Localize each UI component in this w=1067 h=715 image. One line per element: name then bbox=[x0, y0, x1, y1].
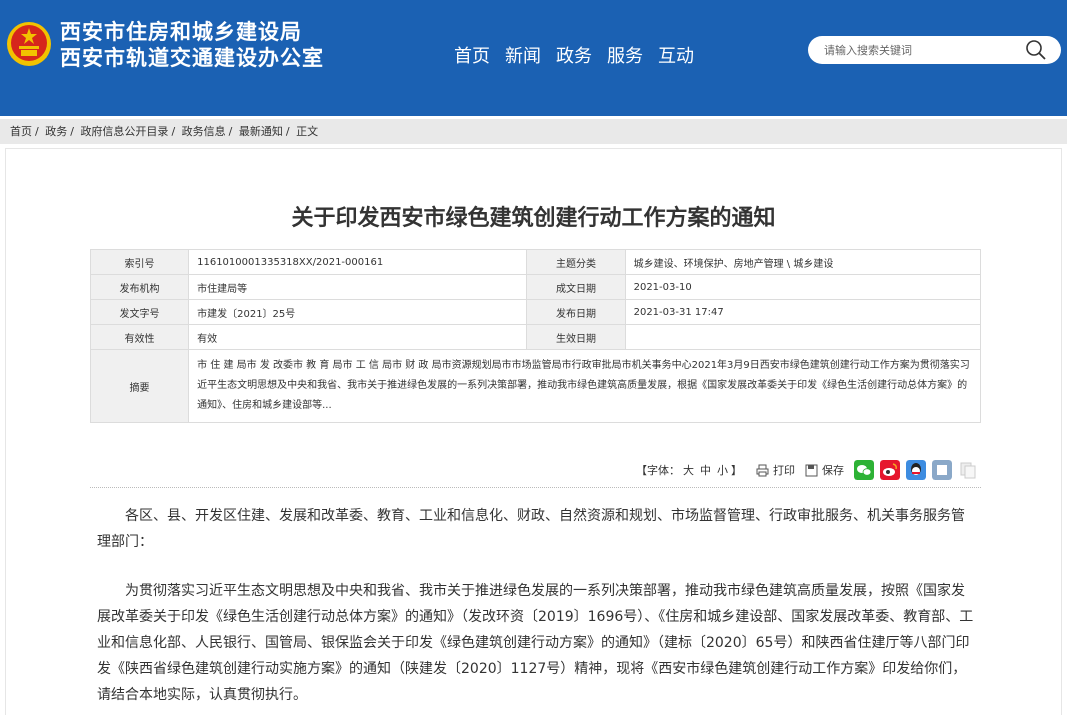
font-size-small[interactable]: 小 bbox=[717, 462, 728, 478]
validity-value: 有效 bbox=[188, 324, 528, 350]
breadcrumb-separator: / bbox=[228, 125, 233, 138]
nav-item-home[interactable]: 首页 bbox=[454, 42, 490, 68]
save-icon bbox=[805, 464, 818, 476]
breadcrumb-home[interactable]: 首页 bbox=[10, 125, 32, 138]
print-label: 打印 bbox=[773, 464, 795, 477]
table-row: 有效性 有效 生效日期 bbox=[89, 324, 982, 350]
save-button[interactable]: 保存 bbox=[805, 462, 844, 478]
page-title: 关于印发西安市绿色建筑创建行动工作方案的通知 bbox=[291, 206, 776, 231]
table-row: 发文字号 市建发〔2021〕25号 发布日期 2021-03-31 17:47 bbox=[89, 299, 982, 325]
font-size-label-close: 】 bbox=[731, 464, 742, 477]
site-title[interactable]: 西安市住房和城乡建设局 西安市轨道交通建设办公室 bbox=[60, 19, 324, 71]
breadcrumb-current: 正文 bbox=[296, 125, 319, 138]
breadcrumb-separator: / bbox=[35, 125, 39, 138]
validity-label: 有效性 bbox=[89, 324, 190, 350]
wechat-icon[interactable] bbox=[854, 460, 874, 480]
body-paragraph: 各区、县、开发区住建、发展和改革委、教育、工业和信息化、财政、自然资源和规划、市… bbox=[97, 508, 965, 550]
breadcrumb-separator: / bbox=[70, 125, 74, 138]
issuer-value: 市住建局等 bbox=[188, 274, 528, 300]
qq-icon[interactable] bbox=[906, 460, 926, 480]
abstract-label: 摘要 bbox=[89, 349, 190, 423]
body-paragraph: 为贯彻落实习近平生态文明思想及中央和我省、我市关于推进绿色发展的一系列决策部署，… bbox=[97, 583, 974, 703]
breadcrumb-disclosure-catalog[interactable]: 政府信息公开目录 bbox=[80, 125, 168, 138]
effective-date-label: 生效日期 bbox=[526, 324, 626, 350]
topic-label: 主题分类 bbox=[526, 249, 626, 275]
main-nav: 首页 新闻 政务 服务 互动 bbox=[454, 42, 694, 68]
created-date-value: 2021-03-10 bbox=[624, 274, 982, 300]
nav-item-services[interactable]: 服务 bbox=[607, 42, 643, 68]
weibo-icon[interactable] bbox=[880, 460, 900, 480]
nav-item-news[interactable]: 新闻 bbox=[505, 42, 541, 68]
copy-icon[interactable] bbox=[958, 460, 978, 480]
table-row: 摘要 市 住 建 局市 发 改委市 教 育 局市 工 信 局市 财 政 局市资源… bbox=[89, 349, 981, 423]
search-icon[interactable] bbox=[1025, 39, 1047, 61]
issuer-label: 发布机构 bbox=[89, 274, 190, 300]
site-header: 西安市住房和城乡建设局 西安市轨道交通建设办公室 首页 新闻 政务 服务 互动 bbox=[0, 0, 1067, 116]
publish-date-value: 2021-03-31 17:47 bbox=[624, 299, 982, 325]
topic-value: 城乡建设、环境保护、房地产管理 \ 城乡建设 bbox=[624, 249, 982, 275]
index-no-value: 1161010001335318XX/2021-000161 bbox=[188, 249, 528, 275]
save-label: 保存 bbox=[822, 464, 844, 477]
table-row: 发布机构 市住建局等 成文日期 2021-03-10 bbox=[89, 274, 982, 300]
font-size-label: 【字体： bbox=[636, 464, 680, 477]
print-button[interactable]: 打印 bbox=[756, 462, 795, 478]
doc-no-label: 发文字号 bbox=[89, 299, 190, 325]
national-emblem-icon bbox=[7, 22, 51, 66]
table-row: 索引号 1161010001335318XX/2021-000161 主题分类 … bbox=[89, 249, 982, 275]
site-title-line1: 西安市住房和城乡建设局 bbox=[60, 20, 302, 44]
abstract-value: 市 住 建 局市 发 改委市 教 育 局市 工 信 局市 财 政 局市资源规划局… bbox=[188, 349, 981, 423]
index-no-label: 索引号 bbox=[89, 249, 190, 275]
doc-no-value: 市建发〔2021〕25号 bbox=[188, 299, 528, 325]
breadcrumb-gov-info[interactable]: 政务信息 bbox=[182, 125, 226, 138]
nav-item-gov-affairs[interactable]: 政务 bbox=[556, 42, 592, 68]
nav-item-interaction[interactable]: 互动 bbox=[658, 42, 694, 68]
font-size-large[interactable]: 大 bbox=[683, 462, 694, 478]
font-size-medium[interactable]: 中 bbox=[700, 462, 711, 478]
search-input[interactable] bbox=[824, 40, 1019, 60]
publish-date-label: 发布日期 bbox=[526, 299, 626, 325]
qzone-icon[interactable] bbox=[932, 460, 952, 480]
search-box bbox=[808, 36, 1061, 64]
document-meta-table: 索引号 1161010001335318XX/2021-000161 主题分类 … bbox=[89, 249, 982, 423]
effective-date-value bbox=[624, 324, 982, 350]
printer-icon bbox=[756, 464, 769, 476]
breadcrumb-latest-notice[interactable]: 最新通知 bbox=[239, 125, 283, 138]
site-title-line2: 西安市轨道交通建设办公室 bbox=[60, 46, 324, 70]
divider bbox=[90, 487, 981, 488]
breadcrumb-gov-affairs[interactable]: 政务 bbox=[45, 125, 67, 138]
breadcrumb-separator: / bbox=[171, 125, 176, 138]
breadcrumb: 首页 / 政务 / 政府信息公开目录 / 政务信息 / 最新通知 / 正文 bbox=[0, 119, 1067, 144]
created-date-label: 成文日期 bbox=[526, 274, 626, 300]
breadcrumb-separator: / bbox=[285, 125, 290, 138]
article-tools: 【字体： 大 中 小 】 打印 保存 bbox=[636, 458, 984, 482]
